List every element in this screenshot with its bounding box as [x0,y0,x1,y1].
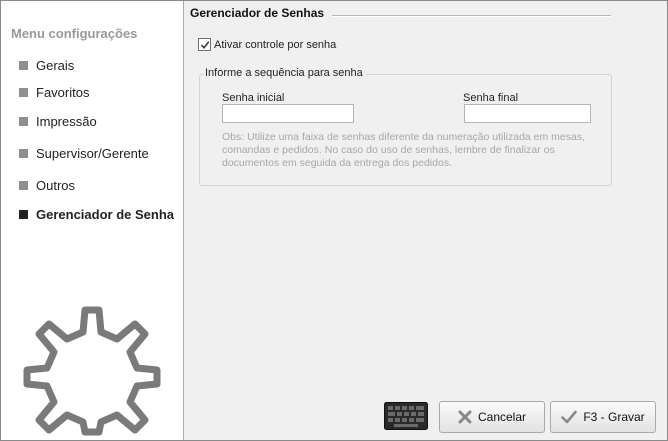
sidebar-item-label: Supervisor/Gerente [36,145,149,161]
checkmark-icon [200,40,209,49]
gear-icon [23,306,161,436]
note-text: Obs: Utilize uma faixa de senhas diferen… [222,131,586,169]
sidebar-item-label: Gerais [36,57,75,73]
sidebar-title: Menu configurações [11,26,138,41]
start-password-label: Senha inicial [222,92,285,104]
password-control-label: Ativar controle por senha [214,38,337,51]
start-password-input[interactable] [222,104,354,123]
sidebar-item-label: Gerenciador de Senha [36,206,174,222]
bullet-icon [19,148,28,158]
section-title: Gerenciador de Senhas [190,6,325,20]
save-button[interactable]: F3 - Gravar [550,401,656,433]
bullet-icon [19,60,28,70]
sidebar-item-favoritos[interactable]: Favoritos [19,82,89,102]
sidebar-item-impressao[interactable]: Impressão [19,111,97,131]
sidebar-item-label: Impressão [36,113,97,129]
settings-window: Menu configurações Gerais Favoritos Impr… [0,0,668,441]
save-button-label: F3 - Gravar [583,410,645,424]
bullet-icon [19,87,28,97]
sidebar: Menu configurações Gerais Favoritos Impr… [1,1,184,440]
end-password-label: Senha final [463,92,519,104]
sidebar-item-gerenciador-de-senha[interactable]: Gerenciador de Senha [19,204,174,224]
close-icon [458,410,472,424]
cancel-button[interactable]: Cancelar [439,401,545,433]
group-legend: Informe a sequência para senha [204,67,366,79]
sidebar-item-label: Favoritos [36,84,90,100]
check-icon [561,410,578,424]
bullet-icon [19,116,28,126]
sidebar-item-supervisor-gerente[interactable]: Supervisor/Gerente [19,143,149,163]
password-control-checkbox-row[interactable]: Ativar controle por senha [198,38,336,51]
sidebar-item-outros[interactable]: Outros [19,175,75,195]
cancel-button-label: Cancelar [477,410,527,424]
bullet-icon [19,180,28,190]
keyboard-icon[interactable] [384,402,428,430]
sidebar-item-label: Outros [36,177,76,193]
bullet-icon [19,209,28,219]
sidebar-item-gerais[interactable]: Gerais [19,55,74,75]
title-divider [332,15,611,17]
end-password-input[interactable] [464,104,591,123]
password-control-checkbox[interactable] [198,38,211,51]
